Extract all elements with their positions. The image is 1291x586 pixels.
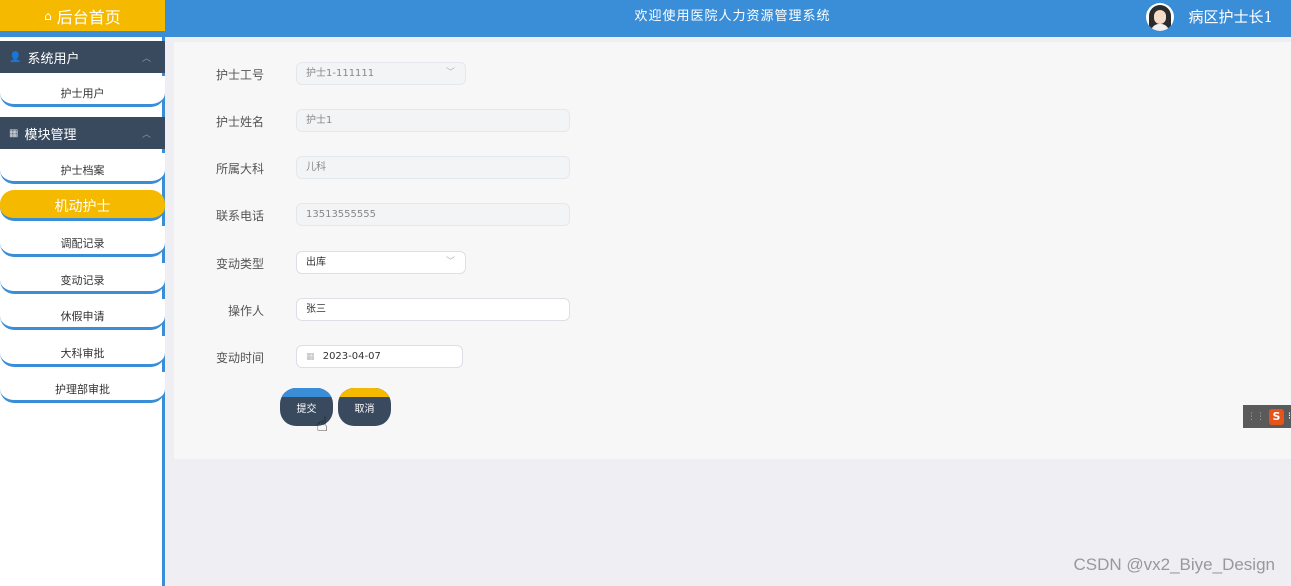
- nurse-name-label: 护士姓名: [215, 115, 264, 129]
- sidebar-item-allocation-records[interactable]: 调配记录: [0, 226, 165, 257]
- chevron-down-icon: ﹀: [445, 68, 455, 78]
- sidebar: 👤 系统用户 ︿ 护士用户 ▦ 模块管理 ︿ 护士档案 机动护士 调配记录 变动…: [0, 37, 165, 586]
- watermark: CSDN @vx2_Biye_Design: [1073, 555, 1275, 574]
- sidebar-item-nurse-users[interactable]: 护士用户: [0, 76, 165, 107]
- sidebar-item-mobile-nurses[interactable]: 机动护士: [0, 190, 165, 221]
- department-label: 所属大科: [215, 162, 264, 176]
- hand-cursor-icon: ☝: [316, 412, 329, 436]
- chevron-down-icon: ﹀: [445, 257, 455, 267]
- top-bar: ⌂ 后台首页 欢迎使用医院人力资源管理系统 病区护士长1: [0, 0, 1291, 37]
- user-icon: 👤: [9, 51, 22, 63]
- sidebar-group-system-users[interactable]: 👤 系统用户 ︿: [0, 41, 165, 73]
- sidebar-group-label: 模块管理: [24, 127, 77, 143]
- system-title: 欢迎使用医院人力资源管理系统: [634, 9, 831, 24]
- operator-label: 操作人: [227, 304, 264, 318]
- nurse-id-label: 护士工号: [215, 68, 264, 82]
- user-name: 病区护士长1: [1188, 8, 1273, 26]
- department-field[interactable]: 儿科: [296, 156, 570, 179]
- change-type-label: 变动类型: [215, 257, 264, 271]
- sidebar-group-module-management[interactable]: ▦ 模块管理 ︿: [0, 117, 165, 149]
- chevron-up-icon: ︿: [141, 54, 151, 64]
- chevron-up-icon: ︿: [141, 130, 151, 140]
- change-time-datepicker[interactable]: ▦ 2023-04-07: [296, 345, 463, 368]
- form-panel: 护士工号 护士1-111111 ﹀ 护士姓名 护士1 所属大科 儿科 联系电话 …: [174, 42, 1291, 459]
- sidebar-item-nurse-records[interactable]: 护士档案: [0, 153, 165, 184]
- phone-label: 联系电话: [215, 209, 264, 223]
- cancel-button[interactable]: 取消: [338, 388, 391, 426]
- home-button[interactable]: ⌂ 后台首页: [0, 0, 165, 31]
- sogou-ime-icon[interactable]: S: [1269, 408, 1284, 425]
- home-icon: ⌂: [44, 8, 52, 23]
- nurse-id-select[interactable]: 护士1-111111 ﹀: [296, 62, 466, 85]
- drag-handle-icon[interactable]: ⋮⋮: [1247, 412, 1265, 422]
- change-time-label: 变动时间: [215, 351, 264, 365]
- sidebar-group-label: 系统用户: [27, 51, 80, 67]
- nurse-name-field[interactable]: 护士1: [296, 109, 570, 132]
- operator-field[interactable]: 张三: [296, 298, 570, 321]
- sidebar-item-nursing-dept-approval[interactable]: 护理部审批: [0, 372, 165, 403]
- ime-toolbar[interactable]: ⋮⋮ S ⁝: [1243, 405, 1291, 428]
- sidebar-item-change-records[interactable]: 变动记录: [0, 263, 165, 294]
- phone-field[interactable]: 13513555555: [296, 203, 570, 226]
- grid-icon: ▦: [9, 127, 19, 139]
- sidebar-item-leave-requests[interactable]: 休假申请: [0, 299, 165, 330]
- avatar[interactable]: [1146, 2, 1175, 31]
- change-type-select[interactable]: 出库 ﹀: [296, 251, 466, 274]
- home-label: 后台首页: [56, 7, 121, 27]
- sidebar-item-department-approval[interactable]: 大科审批: [0, 336, 165, 367]
- calendar-icon: ▦: [306, 352, 315, 362]
- user-menu[interactable]: 病区护士长1: [1146, 0, 1273, 33]
